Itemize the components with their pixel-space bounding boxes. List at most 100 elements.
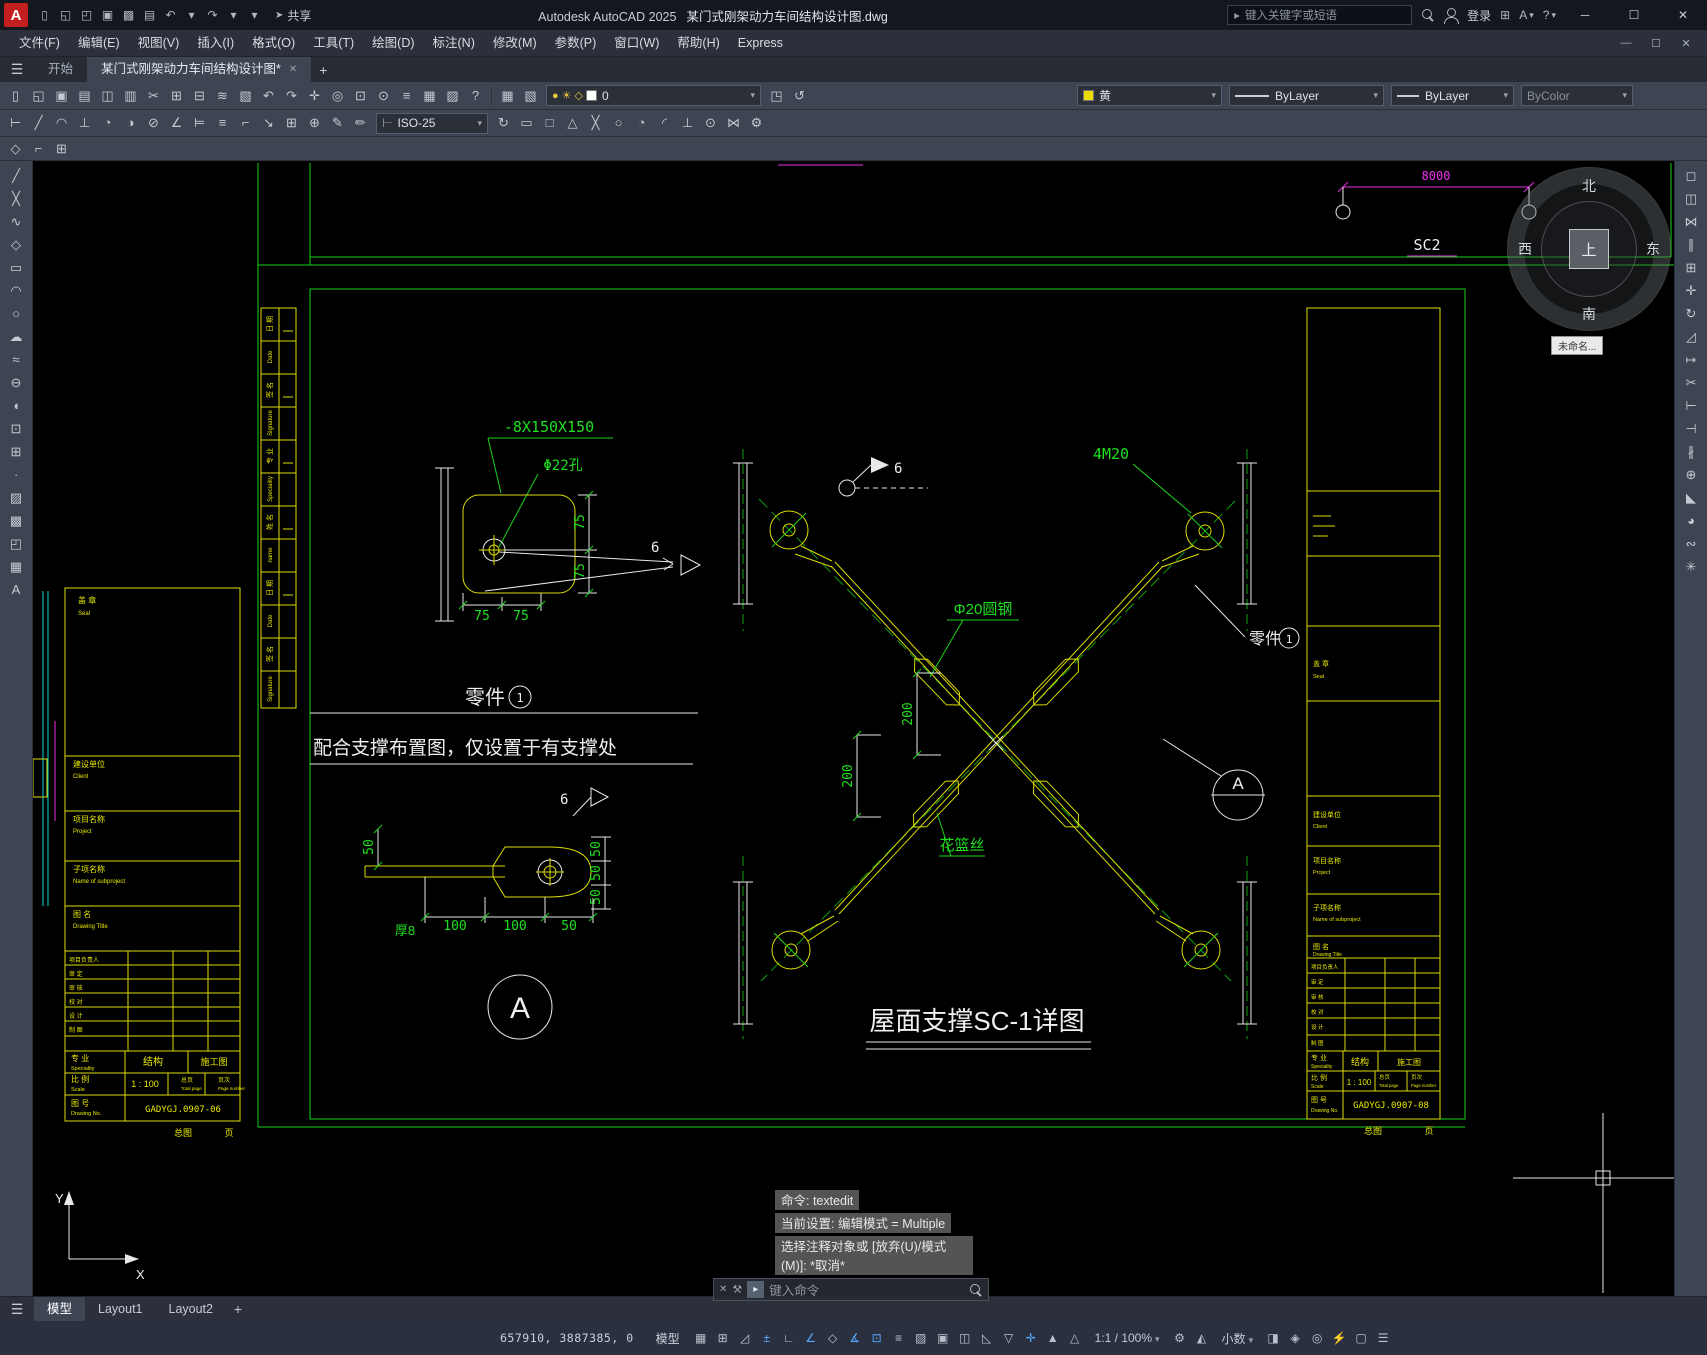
isometric-drafting-icon[interactable]: ◇	[822, 1325, 844, 1351]
plot-preview-icon[interactable]: ◫	[96, 85, 119, 107]
linetype-combo[interactable]: ByLayer ▾	[1229, 85, 1384, 106]
cut-icon[interactable]: ✂	[142, 85, 165, 107]
zoom-realtime-icon[interactable]: ◎	[326, 85, 349, 107]
lineweight-combo[interactable]: ByLayer ▾	[1391, 85, 1514, 106]
join-icon[interactable]: ⊕	[1678, 464, 1704, 486]
design-center-icon[interactable]: ▦	[418, 85, 441, 107]
command-line-window[interactable]: 命令: textedit 当前设置: 编辑模式 = Multiple 选择注释对…	[713, 1190, 989, 1301]
hatch-icon[interactable]: ▨	[3, 487, 29, 509]
minimize-button[interactable]: ─	[1565, 0, 1605, 30]
annotation-scale-button[interactable]: 1:1 / 100% ▾	[1088, 1331, 1167, 1345]
chamfer-icon[interactable]: ◣	[1678, 487, 1704, 509]
layout-tab[interactable]: Layout2	[156, 1297, 226, 1322]
layer-previous-icon[interactable]: ↺	[788, 85, 811, 107]
redo-icon[interactable]: ↷	[202, 4, 223, 26]
linear-dimension-icon[interactable]: ⊢	[4, 112, 27, 134]
tab-start[interactable]: 开始	[34, 57, 87, 82]
blend-curves-icon[interactable]: ∾	[1678, 533, 1704, 555]
copy-icon[interactable]: ⊞	[165, 85, 188, 107]
app-menu-button[interactable]: A	[4, 3, 28, 27]
rectangle-icon[interactable]: ▭	[3, 257, 29, 279]
snap-perpendicular-icon[interactable]: ⊥	[676, 112, 699, 134]
customize-icon[interactable]: ⚒	[732, 1283, 742, 1296]
help-search-input[interactable]: ▸ 键入关键字或短语	[1227, 5, 1413, 25]
menu-item[interactable]: 工具(T)	[304, 30, 363, 57]
point-icon[interactable]: ∙	[3, 464, 29, 486]
lineweight-display-icon[interactable]: ≡	[888, 1325, 910, 1351]
new-icon[interactable]: ▯	[4, 85, 27, 107]
open-icon[interactable]: ◱	[27, 85, 50, 107]
break-at-point-icon[interactable]: ⊣	[1678, 418, 1704, 440]
annotation-visibility-icon[interactable]: ▲	[1042, 1325, 1064, 1351]
menu-item[interactable]: 文件(F)	[10, 30, 69, 57]
zoom-previous-icon[interactable]: ⊙	[372, 85, 395, 107]
menu-item[interactable]: 窗口(W)	[605, 30, 668, 57]
snap-intersection-icon[interactable]: ╳	[584, 112, 607, 134]
open-folder-icon[interactable]: ◰	[76, 4, 97, 26]
stretch-icon[interactable]: ↦	[1678, 349, 1704, 371]
object-snap-3d-icon[interactable]: ◫	[954, 1325, 976, 1351]
publish-icon[interactable]: ▥	[119, 85, 142, 107]
clean-screen-icon[interactable]: ▢	[1350, 1325, 1372, 1351]
multiline-text-icon[interactable]: A	[3, 579, 29, 601]
layout-menu-icon[interactable]: ☰	[0, 1301, 34, 1318]
maximize-button[interactable]: ☐	[1614, 0, 1654, 30]
redo-dropdown-icon[interactable]: ▾	[223, 4, 244, 26]
lock-ui-icon[interactable]: ◈	[1284, 1325, 1306, 1351]
snap-center-icon[interactable]: ○	[607, 112, 630, 134]
tool-palettes-icon[interactable]: ▨	[441, 85, 464, 107]
save-icon[interactable]: ▣	[50, 85, 73, 107]
extend-icon[interactable]: ⊢	[1678, 395, 1704, 417]
quick-calc-icon[interactable]: ⊞	[50, 138, 73, 160]
layer-states-icon[interactable]: ▧	[519, 85, 542, 107]
isolate-objects-icon[interactable]: ◎	[1306, 1325, 1328, 1351]
trim-icon[interactable]: ✂	[1678, 372, 1704, 394]
snap-quadrant-icon[interactable]: ◔	[630, 112, 653, 134]
measure-icon[interactable]: ⌐	[27, 138, 50, 160]
leader-icon[interactable]: ↘	[257, 112, 280, 134]
mirror-icon[interactable]: ⋈	[1678, 211, 1704, 233]
continue-dimension-icon[interactable]: ⌐	[234, 112, 257, 134]
doc-close-button[interactable]: ✕	[1671, 37, 1701, 50]
units-button[interactable]: 小数 ▾	[1215, 1330, 1261, 1347]
cart-icon[interactable]: ⊞	[1500, 8, 1510, 22]
match-properties-icon[interactable]: ≋	[211, 85, 234, 107]
create-block-icon[interactable]: ⊞	[3, 441, 29, 463]
tab-drawing[interactable]: 某门式刚架动力车间结构设计图* ✕	[87, 57, 312, 82]
angular-dimension-icon[interactable]: ∠	[165, 112, 188, 134]
break-icon[interactable]: ∦	[1678, 441, 1704, 463]
menu-item[interactable]: 插入(I)	[188, 30, 243, 57]
redo-icon[interactable]: ↷	[280, 85, 303, 107]
plot-icon[interactable]: ▤	[73, 85, 96, 107]
ordinate-dimension-icon[interactable]: ⊥	[73, 112, 96, 134]
center-mark-icon[interactable]: ⊕	[303, 112, 326, 134]
object-snap-icon[interactable]: ⊡	[866, 1325, 888, 1351]
navigation-wheel[interactable]: 上 北 南 西 东 未命名...	[1507, 167, 1671, 355]
infer-constraints-icon[interactable]: ◿	[734, 1325, 756, 1351]
tolerance-icon[interactable]: ⊞	[280, 112, 303, 134]
diameter-dimension-icon[interactable]: ⊘	[142, 112, 165, 134]
snap-nearest-icon[interactable]: ⋈	[722, 112, 745, 134]
region-icon[interactable]: ◰	[3, 533, 29, 555]
undo-icon[interactable]: ↶	[257, 85, 280, 107]
quick-properties-icon[interactable]: ◨	[1262, 1325, 1284, 1351]
new-tab-button[interactable]: +	[311, 62, 335, 78]
doc-minimize-button[interactable]: —	[1611, 37, 1641, 50]
line-icon[interactable]: ╱	[3, 165, 29, 187]
compass-east[interactable]: 东	[1646, 239, 1660, 259]
move-icon[interactable]: ✛	[1678, 280, 1704, 302]
close-icon[interactable]: ✕	[719, 1284, 727, 1295]
dimension-style-icon[interactable]: ▭	[515, 112, 538, 134]
copy-icon[interactable]: ◫	[1678, 188, 1704, 210]
revision-cloud-icon[interactable]: ☁	[3, 326, 29, 348]
login-button[interactable]: 登录	[1467, 7, 1491, 24]
offset-icon[interactable]: ∥	[1678, 234, 1704, 256]
snap-node-icon[interactable]: ⊙	[699, 112, 722, 134]
properties-icon[interactable]: ≡	[395, 85, 418, 107]
selection-filtering-icon[interactable]: ▽	[998, 1325, 1020, 1351]
menu-item[interactable]: 格式(O)	[243, 30, 304, 57]
polyline-icon[interactable]: ∿	[3, 211, 29, 233]
share-button[interactable]: ➤ 共享	[267, 7, 319, 24]
layer-combo[interactable]: ● ☀ ◇ 0 ▾	[546, 85, 761, 106]
menu-item[interactable]: 标注(N)	[424, 30, 484, 57]
